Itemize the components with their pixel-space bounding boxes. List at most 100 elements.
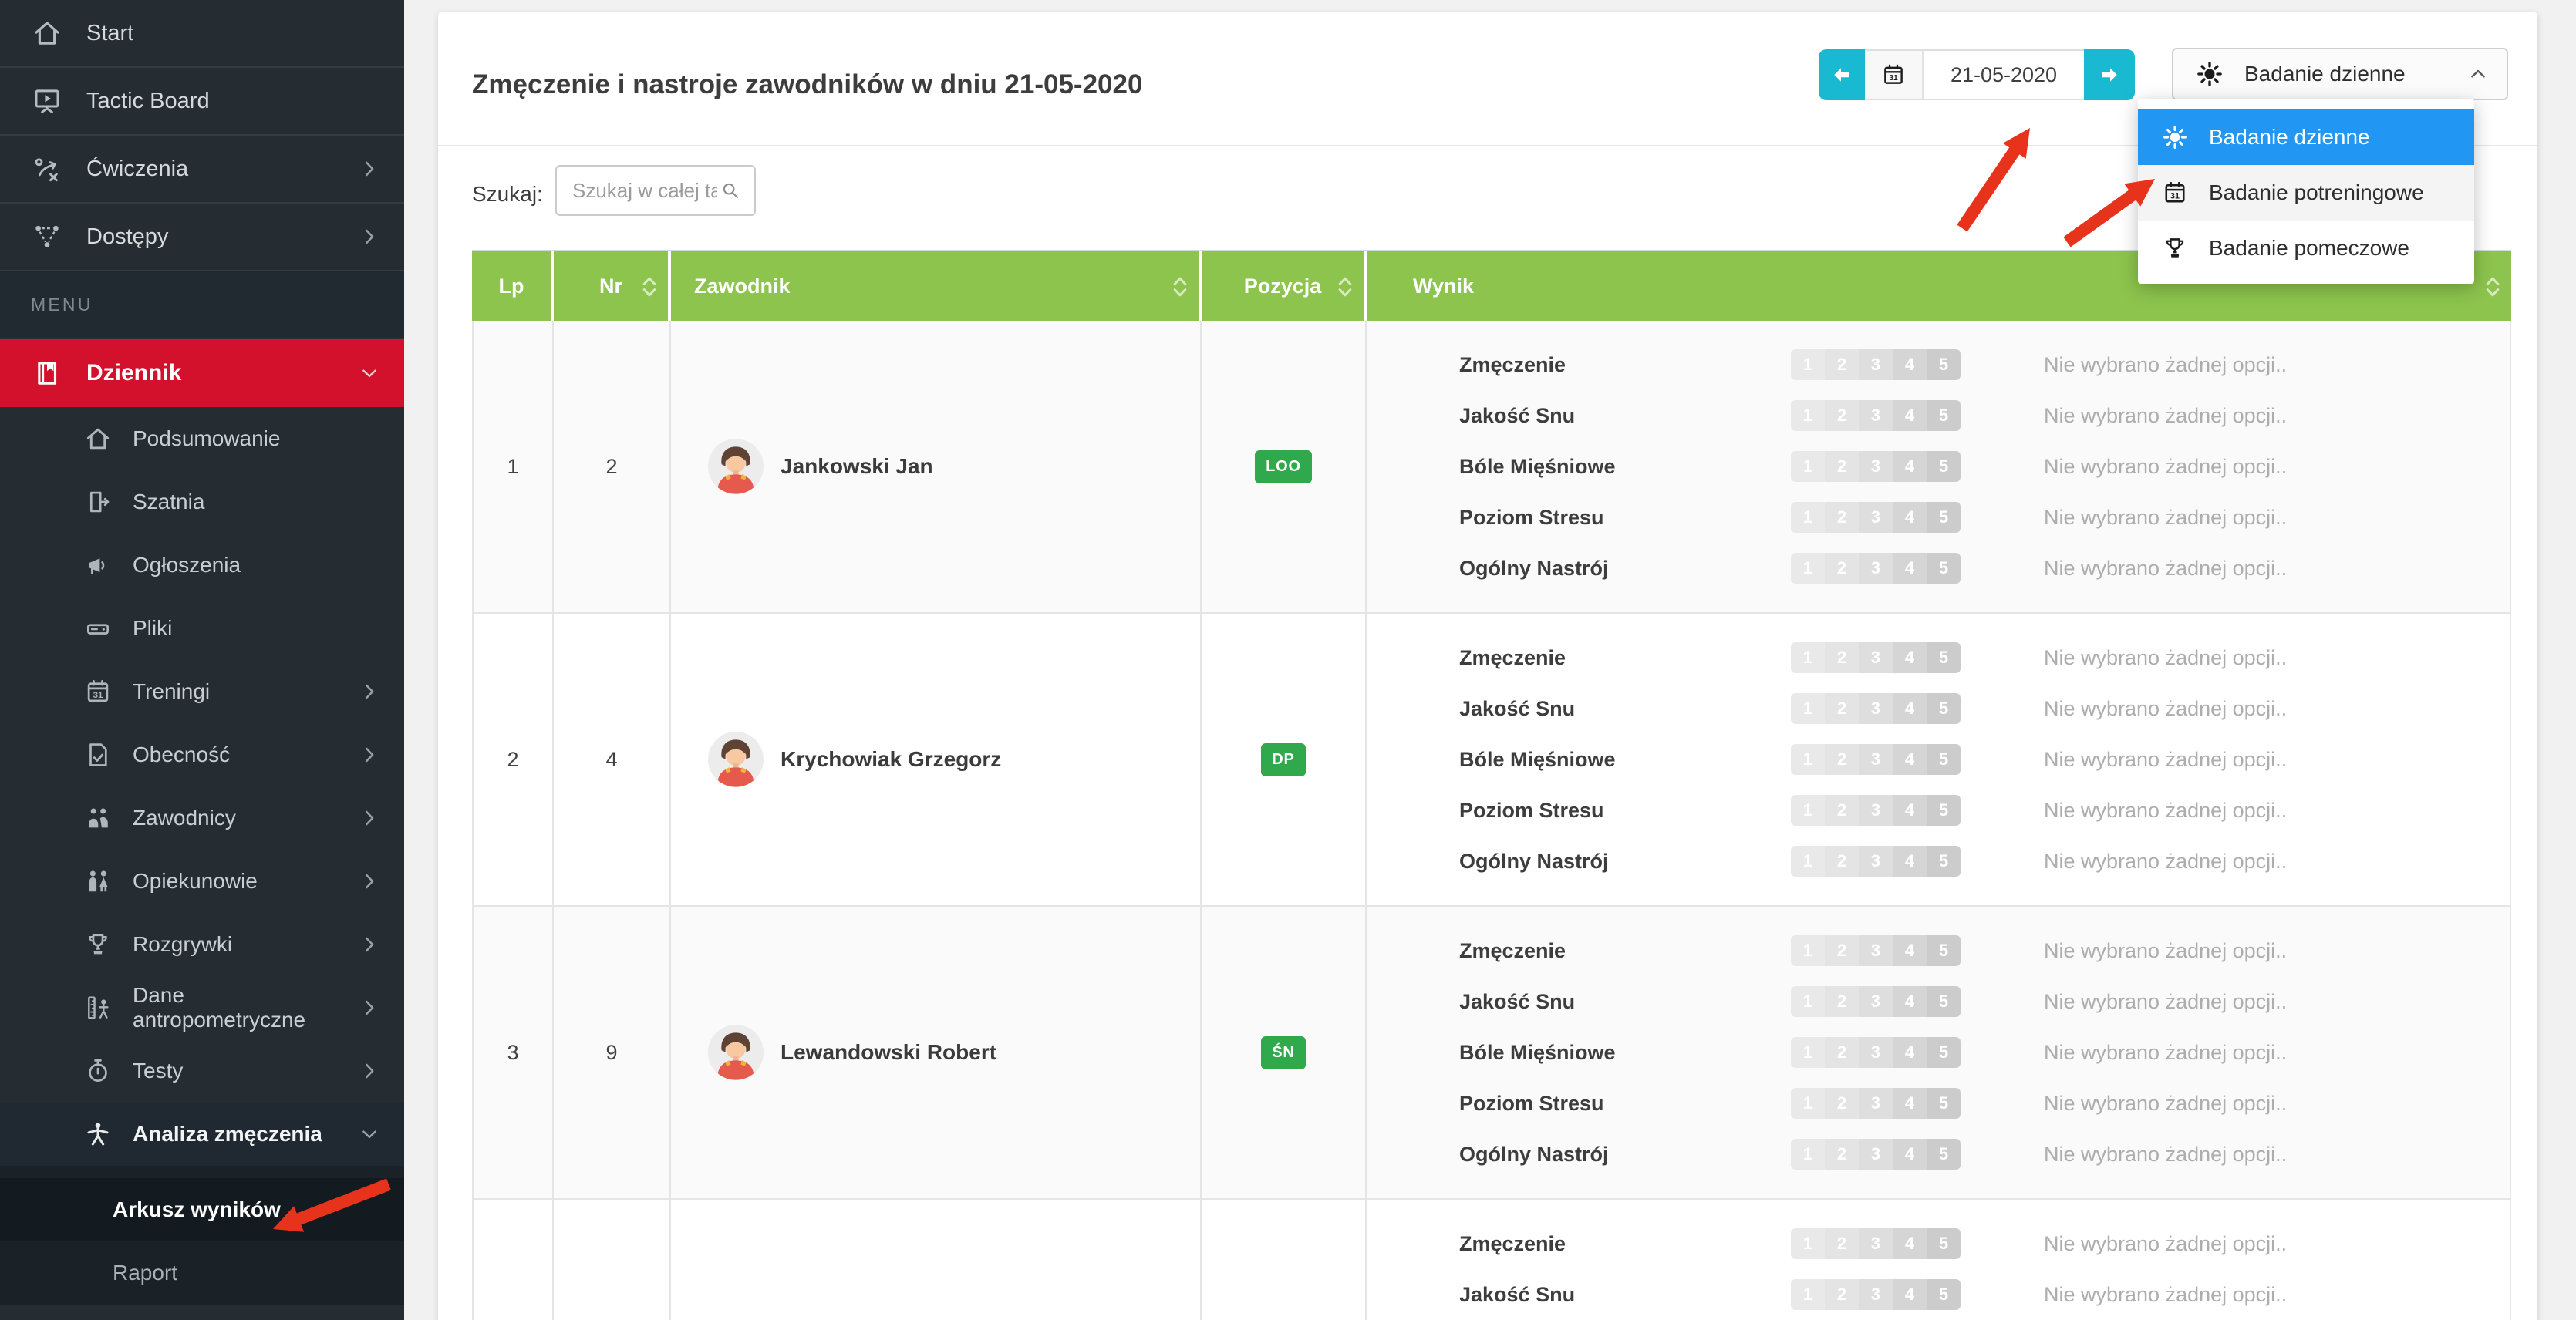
rating-option-4[interactable]: 4 — [1893, 349, 1927, 380]
previous-day-button[interactable] — [1819, 49, 1865, 100]
sidebar-item-ogłoszenia[interactable]: Ogłoszenia — [0, 534, 404, 597]
rating-option-4[interactable]: 4 — [1893, 795, 1927, 826]
rating-option-3[interactable]: 3 — [1859, 400, 1893, 431]
rating-option-3[interactable]: 3 — [1859, 1037, 1893, 1068]
rating-option-3[interactable]: 3 — [1859, 693, 1893, 724]
search-input[interactable] — [557, 179, 720, 203]
rating-option-2[interactable]: 2 — [1825, 935, 1859, 966]
next-day-button[interactable] — [2084, 49, 2135, 100]
rating-option-1[interactable]: 1 — [1791, 349, 1825, 380]
rating-option-1[interactable]: 1 — [1791, 1279, 1825, 1310]
rating-option-2[interactable]: 2 — [1825, 502, 1859, 533]
rating-option-1[interactable]: 1 — [1791, 693, 1825, 724]
rating-option-5[interactable]: 5 — [1927, 1088, 1961, 1119]
sidebar-item-dostepy[interactable]: Dostępy — [0, 204, 404, 271]
rating-option-3[interactable]: 3 — [1859, 1228, 1893, 1259]
rating-option-5[interactable]: 5 — [1927, 986, 1961, 1017]
rating-option-2[interactable]: 2 — [1825, 795, 1859, 826]
rating-option-5[interactable]: 5 — [1927, 1228, 1961, 1259]
rating-option-4[interactable]: 4 — [1893, 1279, 1927, 1310]
rating-option-1[interactable]: 1 — [1791, 846, 1825, 877]
rating-option-3[interactable]: 3 — [1859, 349, 1893, 380]
sidebar-item-opiekunowie[interactable]: Opiekunowie — [0, 850, 404, 913]
rating-option-3[interactable]: 3 — [1859, 502, 1893, 533]
rating-option-2[interactable]: 2 — [1825, 986, 1859, 1017]
sidebar-item-treningi[interactable]: Treningi — [0, 660, 404, 723]
sidebar-item-testy[interactable]: Testy — [0, 1039, 404, 1103]
rating-option-1[interactable]: 1 — [1791, 502, 1825, 533]
sidebar-item-dane-antropometryczne[interactable]: Dane antropometryczne — [0, 976, 404, 1039]
rating-option-1[interactable]: 1 — [1791, 795, 1825, 826]
sidebar-item-rozgrywki[interactable]: Rozgrywki — [0, 913, 404, 976]
rating-option-4[interactable]: 4 — [1893, 451, 1927, 482]
rating-option-3[interactable]: 3 — [1859, 986, 1893, 1017]
rating-option-4[interactable]: 4 — [1893, 502, 1927, 533]
rating-option-1[interactable]: 1 — [1791, 1139, 1825, 1170]
rating-option-1[interactable]: 1 — [1791, 400, 1825, 431]
rating-option-4[interactable]: 4 — [1893, 693, 1927, 724]
rating-option-1[interactable]: 1 — [1791, 1088, 1825, 1119]
rating-option-4[interactable]: 4 — [1893, 642, 1927, 673]
column-header-zawodnik[interactable]: Zawodnik — [671, 251, 1202, 321]
rating-option-1[interactable]: 1 — [1791, 553, 1825, 584]
rating-option-5[interactable]: 5 — [1927, 1279, 1961, 1310]
rating-option-4[interactable]: 4 — [1893, 846, 1927, 877]
rating-option-2[interactable]: 2 — [1825, 1037, 1859, 1068]
rating-option-1[interactable]: 1 — [1791, 935, 1825, 966]
rating-option-5[interactable]: 5 — [1927, 502, 1961, 533]
rating-option-4[interactable]: 4 — [1893, 1139, 1927, 1170]
rating-option-3[interactable]: 3 — [1859, 744, 1893, 775]
rating-option-5[interactable]: 5 — [1927, 795, 1961, 826]
rating-option-5[interactable]: 5 — [1927, 451, 1961, 482]
rating-option-5[interactable]: 5 — [1927, 553, 1961, 584]
rating-option-1[interactable]: 1 — [1791, 451, 1825, 482]
rating-option-2[interactable]: 2 — [1825, 744, 1859, 775]
rating-option-4[interactable]: 4 — [1893, 1088, 1927, 1119]
rating-option-4[interactable]: 4 — [1893, 1228, 1927, 1259]
dropdown-option-badanie-potreningowe[interactable]: Badanie potreningowe — [2138, 165, 2474, 221]
rating-option-4[interactable]: 4 — [1893, 400, 1927, 431]
rating-option-3[interactable]: 3 — [1859, 451, 1893, 482]
rating-option-1[interactable]: 1 — [1791, 642, 1825, 673]
date-field[interactable]: 21-05-2020 — [1924, 49, 2084, 100]
rating-option-1[interactable]: 1 — [1791, 1037, 1825, 1068]
sidebar-item-raport[interactable]: Raport — [0, 1241, 404, 1305]
rating-option-3[interactable]: 3 — [1859, 642, 1893, 673]
rating-option-2[interactable]: 2 — [1825, 1279, 1859, 1310]
position-badge[interactable]: ŚN — [1261, 1036, 1305, 1069]
sidebar-item-zawodnicy[interactable]: Zawodnicy — [0, 786, 404, 850]
dropdown-option-badanie-dzienne[interactable]: Badanie dzienne — [2138, 109, 2474, 165]
rating-option-3[interactable]: 3 — [1859, 1088, 1893, 1119]
rating-option-2[interactable]: 2 — [1825, 451, 1859, 482]
rating-option-5[interactable]: 5 — [1927, 935, 1961, 966]
position-badge[interactable]: LOO — [1255, 450, 1312, 483]
rating-option-2[interactable]: 2 — [1825, 400, 1859, 431]
rating-option-2[interactable]: 2 — [1825, 846, 1859, 877]
sidebar-item-cwiczenia[interactable]: Ćwiczenia — [0, 136, 404, 204]
rating-option-2[interactable]: 2 — [1825, 1088, 1859, 1119]
rating-option-1[interactable]: 1 — [1791, 1228, 1825, 1259]
sidebar-item-analiza-zmeczenia[interactable]: Analiza zmęczenia — [0, 1103, 404, 1166]
rating-option-3[interactable]: 3 — [1859, 935, 1893, 966]
sidebar-item-dziennik[interactable]: Dziennik — [0, 339, 404, 407]
rating-option-5[interactable]: 5 — [1927, 1139, 1961, 1170]
rating-option-5[interactable]: 5 — [1927, 642, 1961, 673]
rating-option-1[interactable]: 1 — [1791, 986, 1825, 1017]
dropdown-option-badanie-pomeczowe[interactable]: Badanie pomeczowe — [2138, 221, 2474, 276]
rating-option-3[interactable]: 3 — [1859, 1139, 1893, 1170]
calendar-picker-button[interactable] — [1865, 49, 1924, 100]
sidebar-item-podsumowanie[interactable]: Podsumowanie — [0, 407, 404, 470]
sidebar-item-obecnosc[interactable]: Obecność — [0, 723, 404, 786]
rating-option-4[interactable]: 4 — [1893, 553, 1927, 584]
rating-option-2[interactable]: 2 — [1825, 693, 1859, 724]
rating-option-2[interactable]: 2 — [1825, 349, 1859, 380]
sidebar-item-start[interactable]: Start — [0, 0, 404, 68]
sidebar-item-pliki[interactable]: Pliki — [0, 597, 404, 660]
rating-option-2[interactable]: 2 — [1825, 642, 1859, 673]
rating-option-4[interactable]: 4 — [1893, 986, 1927, 1017]
rating-option-1[interactable]: 1 — [1791, 744, 1825, 775]
rating-option-3[interactable]: 3 — [1859, 553, 1893, 584]
rating-option-5[interactable]: 5 — [1927, 400, 1961, 431]
rating-option-3[interactable]: 3 — [1859, 795, 1893, 826]
rating-option-5[interactable]: 5 — [1927, 846, 1961, 877]
